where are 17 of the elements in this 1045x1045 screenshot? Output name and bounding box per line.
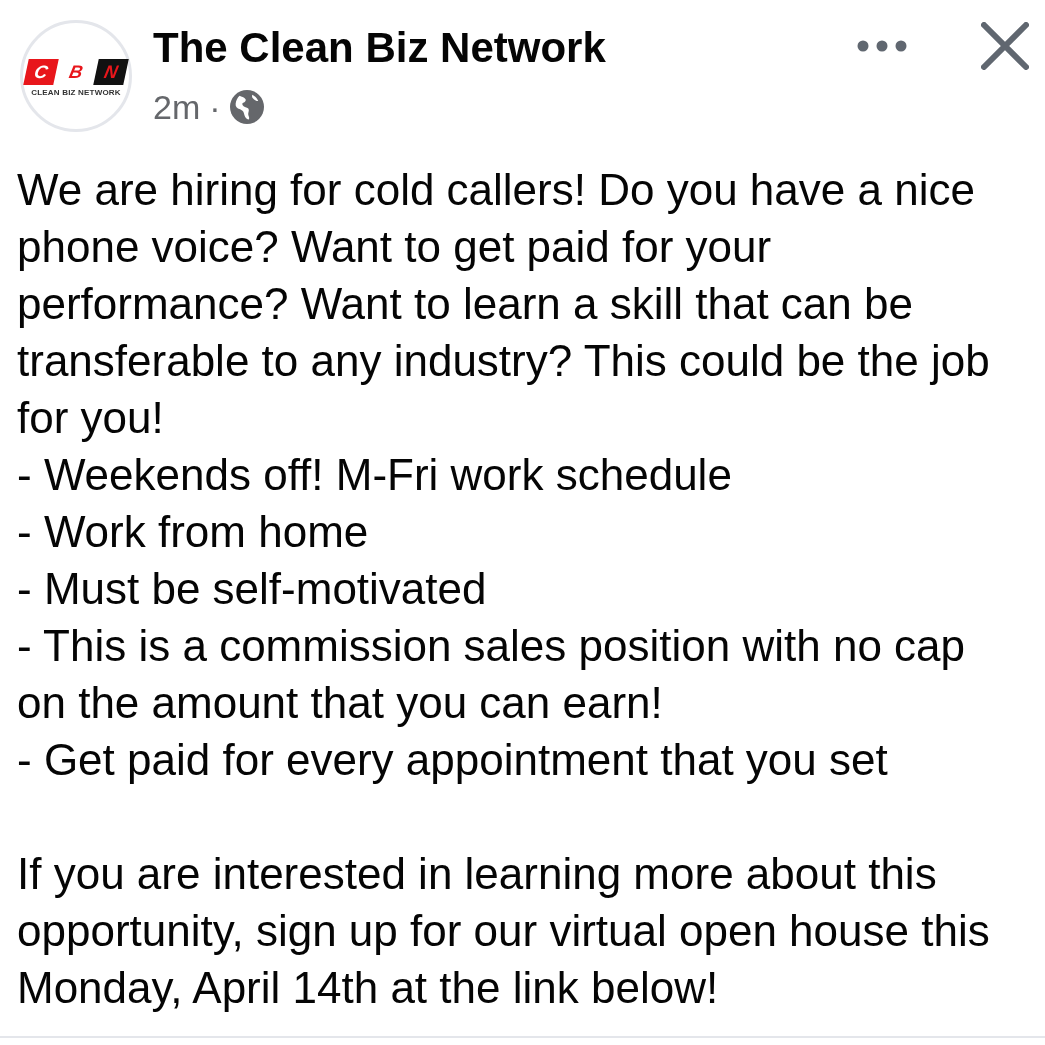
post-intro: We are hiring for cold callers! Do you have a nice phone voice? Want to get paid for your performance? Want to learn a skill that can be transferable to any industry? This could be the job for you! (17, 164, 990, 444)
bullet-point: - Work from home (17, 506, 369, 558)
logo-caption: CLEAN BIZ NETWORK (31, 88, 121, 97)
globe-icon (229, 90, 264, 124)
post-time[interactable]: 2m (153, 87, 201, 127)
logo-letter: C (23, 59, 59, 85)
page-avatar[interactable]: C B N CLEAN BIZ NETWORK (20, 20, 132, 132)
logo-letter: N (93, 59, 129, 85)
separator-dot: · (209, 87, 221, 127)
bullet-point: - Must be self-motivated (17, 563, 487, 615)
close-icon[interactable] (981, 22, 1029, 70)
more-options-icon[interactable] (857, 40, 907, 52)
bullet-point: - Get paid for every appointment that you set (17, 734, 888, 786)
post-closing: If you are interested in learning more about this opportunity, sign up for our virtual open house this Monday, April 14th at the link below! (17, 848, 990, 1014)
bullet-point: - This is a commission sales position with no cap on the amount that you can earn! (17, 620, 966, 729)
page-name[interactable]: The Clean Biz Network (153, 24, 606, 72)
bullet-point: - Weekends off! M-Fri work schedule (17, 449, 732, 501)
